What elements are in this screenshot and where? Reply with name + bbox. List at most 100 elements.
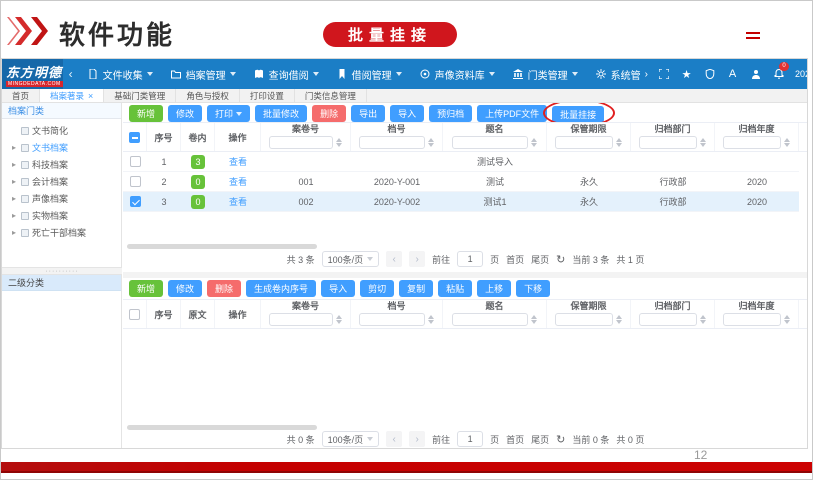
generate-seq-button[interactable]: 生成卷内序号 bbox=[246, 280, 316, 297]
table-row[interactable]: 2 0 查看 001 2020-Y-001 测试 永久 行政部 2020 bbox=[123, 172, 799, 192]
tab-print-settings[interactable]: 打印设置 bbox=[240, 89, 295, 102]
nav-menu-query-borrow[interactable]: 查询借阅 bbox=[254, 67, 319, 82]
volume-count-badge[interactable]: 0 bbox=[191, 195, 205, 209]
batch-edit-button[interactable]: 批量修改 bbox=[255, 105, 307, 122]
nav-menu-archive-manage[interactable]: 档案管理 bbox=[171, 67, 236, 82]
row-checkbox[interactable] bbox=[130, 176, 141, 187]
view-link[interactable]: 查看 bbox=[229, 195, 247, 208]
tree-item-keji-dangan[interactable]: ▸科技档案 bbox=[2, 156, 121, 173]
tree-item-shiwu-dangan[interactable]: ▸实物档案 bbox=[2, 207, 121, 224]
delete-button[interactable]: 删除 bbox=[207, 280, 241, 297]
tab-category-info[interactable]: 门类信息管理 bbox=[295, 89, 367, 102]
move-down-button[interactable]: 下移 bbox=[516, 280, 550, 297]
volume-count-badge[interactable]: 0 bbox=[191, 175, 205, 189]
import-button[interactable]: 导入 bbox=[390, 105, 424, 122]
next-page-button[interactable]: › bbox=[409, 431, 425, 447]
select-all-checkbox[interactable] bbox=[129, 132, 140, 143]
view-link[interactable]: 查看 bbox=[229, 175, 247, 188]
tree-item-siwang-ganbu-dangan[interactable]: ▸死亡干部档案 bbox=[2, 224, 121, 241]
sort-icon[interactable] bbox=[700, 138, 706, 147]
nav-menu-system[interactable]: 系统管 › bbox=[596, 67, 648, 82]
last-page-link[interactable]: 尾页 bbox=[531, 433, 549, 446]
edit-button[interactable]: 修改 bbox=[168, 280, 202, 297]
prev-page-button[interactable]: ‹ bbox=[386, 431, 402, 447]
sort-icon[interactable] bbox=[428, 138, 434, 147]
star-icon[interactable]: ★ bbox=[680, 68, 693, 81]
tree-item-wenshu-jianhua[interactable]: 文书简化 bbox=[2, 122, 121, 139]
tab-base-category[interactable]: 基础门类管理 bbox=[104, 89, 176, 102]
sort-icon[interactable] bbox=[784, 315, 790, 324]
first-page-link[interactable]: 首页 bbox=[506, 253, 524, 266]
print-button[interactable]: 打印 bbox=[207, 105, 250, 122]
paste-button[interactable]: 粘贴 bbox=[438, 280, 472, 297]
font-size-icon[interactable]: A bbox=[726, 68, 739, 81]
nav-menu-category-manage[interactable]: 门类管理 bbox=[513, 67, 578, 82]
edit-button[interactable]: 修改 bbox=[168, 105, 202, 122]
tab-home[interactable]: 首页 bbox=[2, 89, 40, 102]
bell-icon[interactable]: 0 bbox=[772, 68, 785, 81]
expand-icon[interactable]: ▸ bbox=[10, 228, 18, 237]
add-button[interactable]: 新增 bbox=[129, 105, 163, 122]
import-button[interactable]: 导入 bbox=[321, 280, 355, 297]
refresh-icon[interactable]: ↻ bbox=[556, 253, 565, 266]
page-size-select[interactable]: 100条/页 bbox=[322, 431, 380, 447]
expand-icon[interactable]: ▸ bbox=[10, 211, 18, 220]
first-page-link[interactable]: 首页 bbox=[506, 433, 524, 446]
retention-filter-input[interactable] bbox=[555, 313, 613, 326]
cut-button[interactable]: 剪切 bbox=[360, 280, 394, 297]
case-no-filter-input[interactable] bbox=[269, 136, 333, 149]
close-icon[interactable]: × bbox=[88, 91, 93, 101]
file-no-filter-input[interactable] bbox=[359, 313, 425, 326]
volume-count-badge[interactable]: 3 bbox=[191, 155, 205, 169]
sort-icon[interactable] bbox=[531, 138, 537, 147]
copy-button[interactable]: 复制 bbox=[399, 280, 433, 297]
expand-icon[interactable]: ▸ bbox=[10, 177, 18, 186]
expand-icon[interactable]: ▸ bbox=[10, 160, 18, 169]
refresh-icon[interactable]: ↻ bbox=[556, 433, 565, 446]
row-checkbox[interactable] bbox=[130, 156, 141, 167]
export-button[interactable]: 导出 bbox=[351, 105, 385, 122]
prev-page-button[interactable]: ‹ bbox=[386, 251, 402, 267]
page-size-select[interactable]: 100条/页 bbox=[322, 251, 380, 267]
sort-icon[interactable] bbox=[616, 315, 622, 324]
add-button[interactable]: 新增 bbox=[129, 280, 163, 297]
goto-page-input[interactable] bbox=[457, 431, 483, 447]
upload-pdf-button[interactable]: 上传PDF文件 bbox=[477, 105, 547, 122]
pre-archive-button[interactable]: 预归档 bbox=[429, 105, 472, 122]
title-filter-input[interactable] bbox=[452, 136, 528, 149]
shield-icon[interactable] bbox=[703, 68, 716, 81]
panel-resize-handle[interactable]: ·········· bbox=[2, 267, 122, 275]
fullscreen-icon[interactable] bbox=[657, 68, 670, 81]
tab-roles-auth[interactable]: 角色与授权 bbox=[176, 89, 240, 102]
dept-filter-input[interactable] bbox=[639, 313, 697, 326]
delete-button[interactable]: 删除 bbox=[312, 105, 346, 122]
nav-menu-file-collect[interactable]: 文件收集 bbox=[88, 67, 153, 82]
tree-item-shengxiang-dangan[interactable]: ▸声像档案 bbox=[2, 190, 121, 207]
goto-page-input[interactable] bbox=[457, 251, 483, 267]
view-link[interactable]: 查看 bbox=[229, 155, 247, 168]
sort-icon[interactable] bbox=[616, 138, 622, 147]
expand-icon[interactable]: ▸ bbox=[10, 194, 18, 203]
dept-filter-input[interactable] bbox=[639, 136, 697, 149]
next-page-button[interactable]: › bbox=[409, 251, 425, 267]
move-up-button[interactable]: 上移 bbox=[477, 280, 511, 297]
nav-menu-av-library[interactable]: 声像资料库 bbox=[420, 67, 495, 82]
select-all-checkbox[interactable] bbox=[129, 309, 140, 320]
year-filter-input[interactable] bbox=[723, 136, 781, 149]
horizontal-scrollbar[interactable] bbox=[127, 244, 317, 249]
tree-item-kuaiji-dangan[interactable]: ▸会计档案 bbox=[2, 173, 121, 190]
sort-icon[interactable] bbox=[336, 138, 342, 147]
sort-icon[interactable] bbox=[428, 315, 434, 324]
secondary-category-panel[interactable]: 二级分类 bbox=[2, 275, 121, 291]
expand-icon[interactable]: ▸ bbox=[10, 143, 18, 152]
collapse-sidebar-icon[interactable]: ‹ bbox=[69, 67, 73, 81]
file-no-filter-input[interactable] bbox=[359, 136, 425, 149]
sort-icon[interactable] bbox=[336, 315, 342, 324]
row-checkbox[interactable] bbox=[130, 196, 141, 207]
batch-attach-button[interactable]: 批量挂接 bbox=[552, 106, 604, 123]
horizontal-scrollbar[interactable] bbox=[127, 425, 317, 430]
tree-item-wenshu-dangan[interactable]: ▸文书档案 bbox=[2, 139, 121, 156]
nav-menu-borrow-manage[interactable]: 借阅管理 bbox=[337, 67, 402, 82]
case-no-filter-input[interactable] bbox=[269, 313, 333, 326]
sort-icon[interactable] bbox=[531, 315, 537, 324]
